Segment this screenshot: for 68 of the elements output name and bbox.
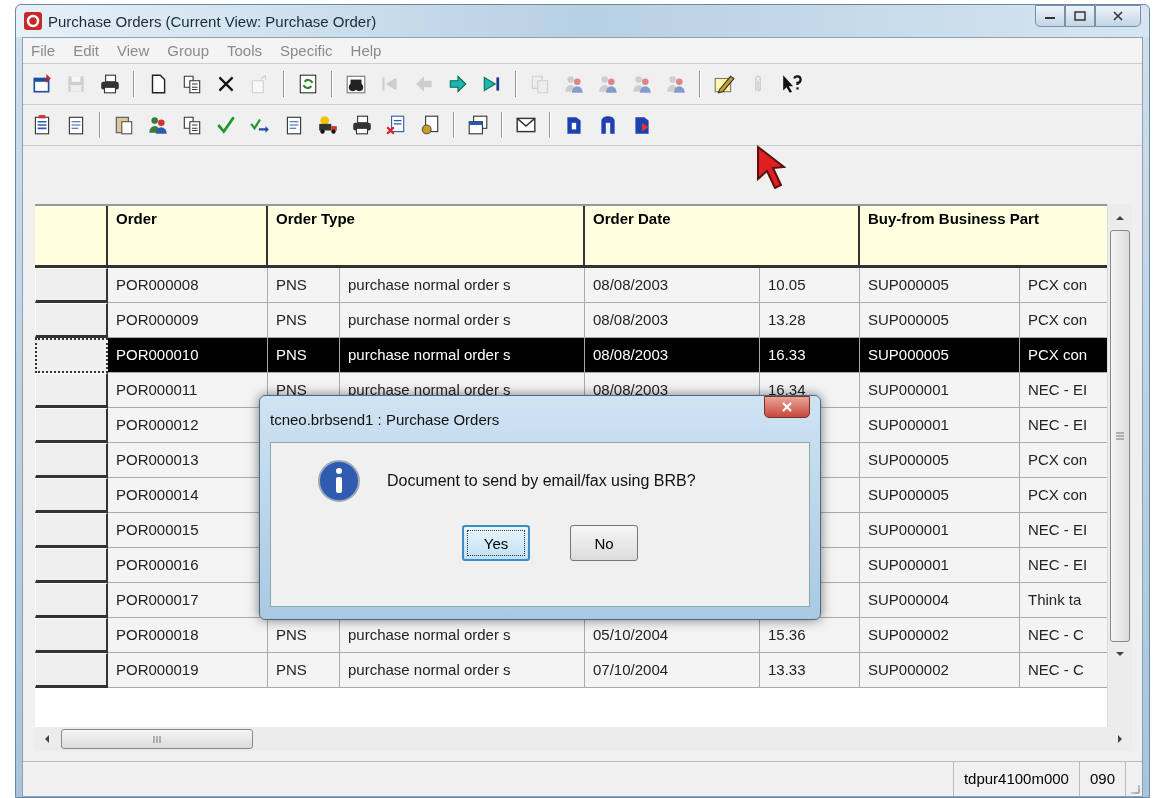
partner-name-cell: NEC - C bbox=[1020, 653, 1108, 688]
description-cell: purchase normal order s bbox=[340, 618, 585, 653]
order-cell: POR000018 bbox=[108, 618, 268, 653]
description-cell: purchase normal order s bbox=[340, 653, 585, 688]
menu-item[interactable]: View bbox=[117, 42, 150, 59]
partner-name-cell: NEC - EI bbox=[1020, 513, 1108, 548]
column-header[interactable]: Order Date bbox=[585, 206, 860, 268]
order-cell: POR000010 bbox=[108, 338, 268, 373]
order-cell: POR000019 bbox=[108, 653, 268, 688]
partner-cell: SUP000002 bbox=[860, 653, 1020, 688]
partner-cell: SUP000005 bbox=[860, 478, 1020, 513]
date-cell: 05/10/2004 bbox=[585, 618, 760, 653]
dialog-button[interactable]: Yes bbox=[462, 525, 530, 561]
dialog-message: Document to send by email/fax using BRB? bbox=[387, 472, 696, 490]
partner-name-cell: NEC - C bbox=[1020, 618, 1108, 653]
menu-item[interactable]: Specific bbox=[280, 42, 333, 59]
partner-name-cell: NEC - EI bbox=[1020, 373, 1108, 408]
status-field: 090 bbox=[1079, 762, 1126, 796]
partner-name-cell: PCX con bbox=[1020, 478, 1108, 513]
partner-cell: SUP000005 bbox=[860, 338, 1020, 373]
date-cell: 08/08/2003 bbox=[585, 268, 760, 303]
menu-item[interactable]: File bbox=[31, 42, 56, 59]
status-field: tdpur4100m000 bbox=[953, 762, 1080, 796]
partner-cell: SUP000001 bbox=[860, 548, 1020, 583]
type-cell: PNS bbox=[268, 303, 340, 338]
type-cell: PNS bbox=[268, 338, 340, 373]
column-header[interactable]: Order Type bbox=[268, 206, 585, 268]
date-cell: 08/08/2003 bbox=[585, 303, 760, 338]
partner-name-cell: PCX con bbox=[1020, 443, 1108, 478]
description-cell: purchase normal order s bbox=[340, 303, 585, 338]
menu-item[interactable]: Edit bbox=[73, 42, 100, 59]
order-cell: POR000008 bbox=[108, 268, 268, 303]
type-cell: PNS bbox=[268, 653, 340, 688]
partner-name-cell: PCX con bbox=[1020, 268, 1108, 303]
date-cell: 08/08/2003 bbox=[585, 338, 760, 373]
order-cell: POR000011 bbox=[108, 373, 268, 408]
time-cell: 13.33 bbox=[760, 653, 860, 688]
partner-name-cell: Think ta bbox=[1020, 583, 1108, 618]
partner-name-cell: PCX con bbox=[1020, 338, 1108, 373]
partner-cell: SUP000001 bbox=[860, 373, 1020, 408]
column-header[interactable]: Buy-from Business Part bbox=[860, 206, 1108, 268]
time-cell: 10.05 bbox=[760, 268, 860, 303]
type-cell: PNS bbox=[268, 618, 340, 653]
menu-item[interactable]: Help bbox=[350, 42, 382, 59]
menu-item[interactable]: Tools bbox=[227, 42, 262, 59]
partner-name-cell: PCX con bbox=[1020, 303, 1108, 338]
dialog-button[interactable]: No bbox=[570, 525, 638, 561]
date-cell: 07/10/2004 bbox=[585, 653, 760, 688]
partner-name-cell: NEC - EI bbox=[1020, 548, 1108, 583]
partner-name-cell: NEC - EI bbox=[1020, 408, 1108, 443]
partner-cell: SUP000001 bbox=[860, 408, 1020, 443]
partner-cell: SUP000005 bbox=[860, 443, 1020, 478]
description-cell: purchase normal order s bbox=[340, 268, 585, 303]
partner-cell: SUP000005 bbox=[860, 303, 1020, 338]
time-cell: 13.28 bbox=[760, 303, 860, 338]
partner-cell: SUP000002 bbox=[860, 618, 1020, 653]
menu-item[interactable]: Group bbox=[167, 42, 209, 59]
partner-cell: SUP000005 bbox=[860, 268, 1020, 303]
description-cell: purchase normal order s bbox=[340, 338, 585, 373]
window-title: Purchase Orders (Current View: Purchase Order) bbox=[48, 12, 377, 30]
type-cell: PNS bbox=[268, 268, 340, 303]
column-header[interactable]: Order bbox=[108, 206, 268, 268]
order-cell: POR000009 bbox=[108, 303, 268, 338]
partner-cell: SUP000004 bbox=[860, 583, 1020, 618]
dialog-title: tcneo.brbsend1 : Purchase Orders bbox=[270, 410, 500, 428]
time-cell: 16.33 bbox=[760, 338, 860, 373]
partner-cell: SUP000001 bbox=[860, 513, 1020, 548]
time-cell: 15.36 bbox=[760, 618, 860, 653]
